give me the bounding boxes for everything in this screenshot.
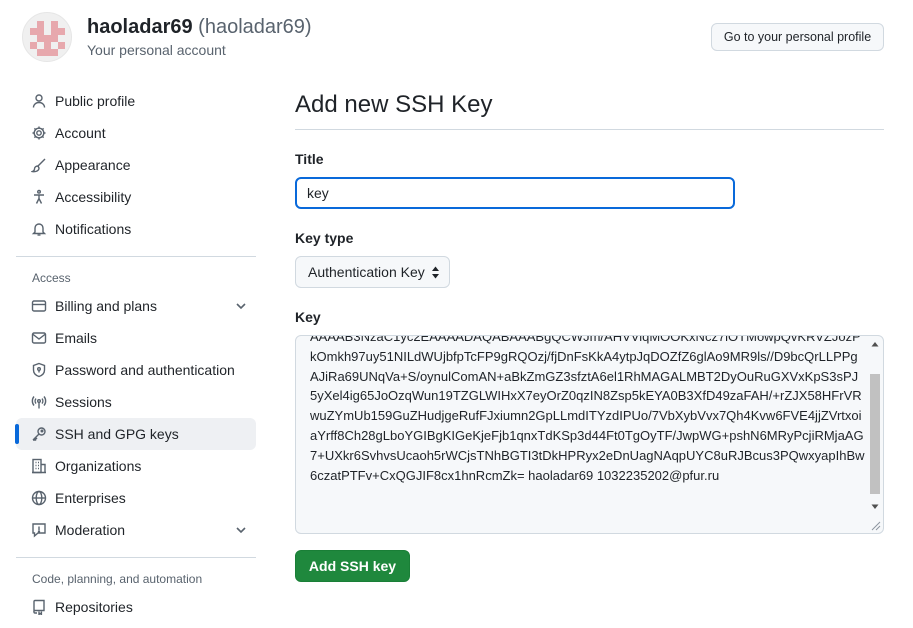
sidebar-item-label: Emails <box>55 330 98 346</box>
sidebar-item-label: Password and authentication <box>55 362 235 378</box>
sidebar-item-label: Billing and plans <box>55 298 157 314</box>
key-type-label: Key type <box>295 230 354 246</box>
sidebar-item-moderation[interactable]: Moderation <box>16 514 256 546</box>
credit-card-icon <box>30 298 47 315</box>
repo-icon <box>30 599 47 616</box>
account-subtitle: Your personal account <box>87 42 226 58</box>
account-header: haoladar69 (haoladar69) Your personal ac… <box>22 12 892 64</box>
sidebar-item-sessions[interactable]: Sessions <box>16 386 256 418</box>
sidebar-item-password-authentication[interactable]: Password and authentication <box>16 354 256 386</box>
accessibility-icon <box>30 189 47 206</box>
select-arrows-icon <box>432 266 439 279</box>
mail-icon <box>30 330 47 347</box>
avatar[interactable] <box>22 12 72 62</box>
key-label: Key <box>295 309 321 325</box>
sidebar-item-label: Account <box>55 125 106 141</box>
sidebar-item-label: Organizations <box>55 458 142 474</box>
sidebar-item-label: Public profile <box>55 93 136 109</box>
chevron-down-icon[interactable] <box>234 523 248 537</box>
sidebar-item-appearance[interactable]: Appearance <box>16 149 256 181</box>
sidebar-divider <box>16 256 256 257</box>
key-textarea[interactable]: AAAAB3NzaC1yc2EAAAADAQABAAABgQCWJm/AHVVi… <box>295 335 884 534</box>
sidebar-item-notifications[interactable]: Notifications <box>16 213 256 245</box>
sidebar-group-code-planning: Code, planning, and automation <box>32 572 203 586</box>
add-ssh-key-button[interactable]: Add SSH key <box>295 550 410 582</box>
sidebar-item-label: Notifications <box>55 221 132 237</box>
resize-handle-icon[interactable] <box>871 521 881 531</box>
account-login: (haoladar69) <box>198 16 312 38</box>
title-label: Title <box>295 151 324 167</box>
sidebar-item-label: Moderation <box>55 522 126 538</box>
gear-icon <box>30 125 47 142</box>
scroll-down-arrow-icon[interactable] <box>870 503 880 511</box>
sidebar-item-enterprises[interactable]: Enterprises <box>16 482 256 514</box>
title-input[interactable] <box>295 177 735 209</box>
key-type-select[interactable]: Authentication Key <box>295 256 450 288</box>
account-name: haoladar69 (haoladar69) <box>87 16 312 39</box>
add-ssh-key-form: Add new SSH Key Title Key type Authentic… <box>295 88 884 582</box>
sidebar-item-emails[interactable]: Emails <box>16 322 256 354</box>
sidebar-item-public-profile[interactable]: Public profile <box>16 85 256 117</box>
scrollbar-thumb[interactable] <box>870 374 880 494</box>
broadcast-icon <box>30 394 47 411</box>
sidebar-item-label: Appearance <box>55 157 131 173</box>
scroll-up-arrow-icon[interactable] <box>870 340 880 348</box>
account-display-name: haoladar69 <box>87 16 193 38</box>
globe-icon <box>30 490 47 507</box>
sidebar-divider <box>16 557 256 558</box>
key-icon <box>30 426 47 443</box>
key-type-value: Authentication Key <box>308 264 425 280</box>
sidebar-item-accessibility[interactable]: Accessibility <box>16 181 256 213</box>
sidebar-item-label: SSH and GPG keys <box>55 426 179 442</box>
page-title: Add new SSH Key <box>295 91 493 118</box>
chevron-down-icon[interactable] <box>234 299 248 313</box>
sidebar-item-ssh-gpg-keys[interactable]: SSH and GPG keys <box>15 418 256 450</box>
paintbrush-icon <box>30 157 47 174</box>
shield-lock-icon <box>30 362 47 379</box>
sidebar-item-label: Repositories <box>55 599 133 615</box>
sidebar-item-repositories[interactable]: Repositories <box>16 591 256 623</box>
sidebar-item-account[interactable]: Account <box>16 117 256 149</box>
organization-icon <box>30 458 47 475</box>
go-to-profile-button[interactable]: Go to your personal profile <box>711 23 884 51</box>
sidebar-item-label: Enterprises <box>55 490 126 506</box>
sidebar-item-label: Sessions <box>55 394 112 410</box>
settings-sidebar: Public profile Account Appearance Access… <box>15 85 256 623</box>
person-icon <box>30 93 47 110</box>
sidebar-item-organizations[interactable]: Organizations <box>16 450 256 482</box>
bell-icon <box>30 221 47 238</box>
sidebar-item-label: Accessibility <box>55 189 132 205</box>
title-divider <box>295 129 884 130</box>
sidebar-group-access: Access <box>32 271 71 285</box>
key-textarea-content: AAAAB3NzaC1yc2EAAAADAQABAAABgQCWJm/AHVVi… <box>310 335 865 483</box>
report-icon <box>30 522 47 539</box>
sidebar-item-billing[interactable]: Billing and plans <box>16 290 256 322</box>
